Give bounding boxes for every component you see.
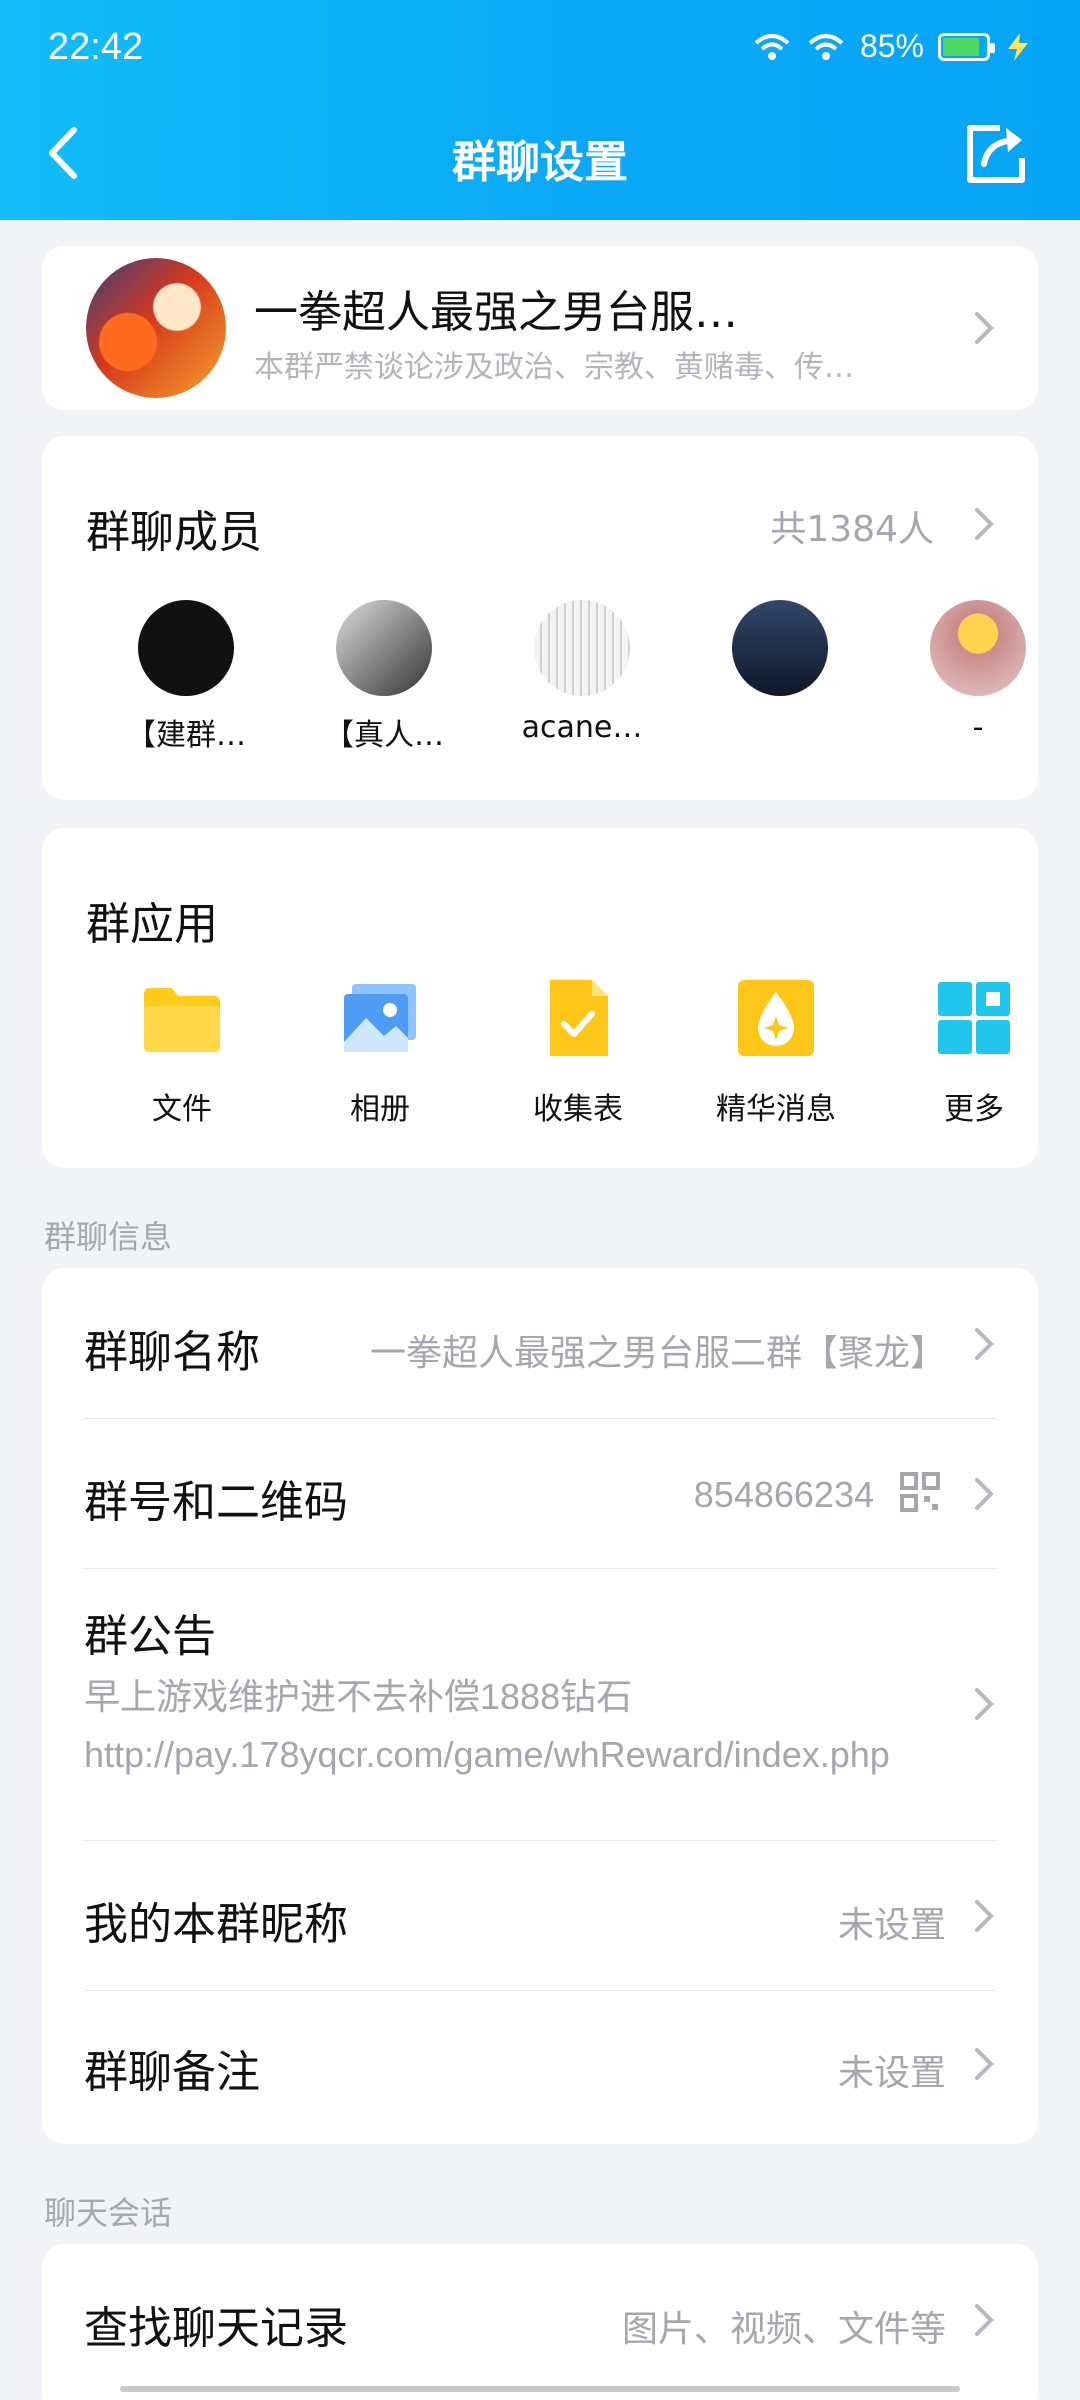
section-label-chat: 聊天会话 — [44, 2194, 173, 2232]
group-profile-card[interactable]: 一拳超人最强之男台服… 本群严禁谈论涉及政治、宗教、黄赌毒、传… — [42, 246, 1038, 410]
row-search-history[interactable]: 查找聊天记录 图片、视频、文件等 — [42, 2244, 1038, 2394]
row-group-name[interactable]: 群聊名称 一拳超人最强之男台服二群【聚龙】 — [42, 1268, 1038, 1418]
header-bar: 22:42 85% 群聊设置 — [0, 0, 1080, 220]
cartoon-avatar-icon — [930, 600, 1026, 696]
chevron-right-icon — [975, 1688, 994, 1720]
wifi-icon — [808, 33, 844, 60]
row-value: 一拳超人最强之男台服二群【聚龙】 — [369, 1333, 946, 1374]
status-icons: 85% — [752, 28, 1032, 65]
members-title: 群聊成员 — [86, 507, 262, 558]
group-avatar — [86, 258, 226, 398]
row-title: 群聊备注 — [84, 2047, 260, 2098]
wifi-calling-icon — [754, 33, 790, 60]
chevron-right-icon — [975, 1900, 994, 1932]
app-more[interactable]: 更多 — [884, 978, 1064, 1128]
group-name: 一拳超人最强之男台服… — [254, 287, 738, 338]
app-label: 精华消息 — [716, 1092, 836, 1127]
row-group-id-qr[interactable]: 群号和二维码 854866234 — [42, 1418, 1038, 1568]
group-apps-card: 群应用 文件 相册 收集表 精华消息 更多 — [42, 828, 1038, 1168]
row-group-remark[interactable]: 群聊备注 未设置 — [42, 1990, 1038, 2140]
group-id: 854866234 — [693, 1474, 874, 1515]
section-label-group-info: 群聊信息 — [44, 1218, 173, 1256]
group-description: 本群严禁谈论涉及政治、宗教、黄赌毒、传… — [254, 350, 854, 385]
app-label: 更多 — [944, 1092, 1004, 1127]
person-avatar-icon — [336, 600, 432, 696]
row-title: 群聊名称 — [84, 1327, 260, 1378]
scroll-indicator — [120, 2386, 960, 2392]
battery-fill — [943, 37, 979, 56]
folder-icon — [144, 988, 220, 1052]
app-label: 文件 — [152, 1092, 212, 1127]
sketch-avatar-icon — [534, 600, 630, 696]
battery-percent: 85% — [859, 28, 924, 64]
app-essence[interactable]: 精华消息 — [686, 978, 866, 1128]
page-title: 群聊设置 — [452, 137, 628, 188]
dog-avatar-icon — [138, 600, 234, 696]
charging-icon — [1008, 32, 1028, 61]
app-label: 相册 — [350, 1092, 410, 1127]
person-avatar-icon — [732, 600, 828, 696]
row-value: 图片、视频、文件等 — [621, 2309, 946, 2350]
battery-icon — [938, 32, 995, 61]
member-item[interactable]: acane… — [492, 600, 672, 745]
status-time: 22:42 — [48, 26, 144, 68]
chevron-right-icon — [975, 312, 994, 344]
grid-more-icon — [938, 982, 1010, 1054]
member-item[interactable] — [690, 600, 870, 710]
row-group-notice[interactable]: 群公告 早上游戏维护进不去补偿1888钻石 http://pay.178yqcr… — [42, 1568, 1038, 1840]
row-title: 群号和二维码 — [84, 1477, 348, 1528]
chevron-right-icon — [975, 1478, 994, 1510]
notice-text: 早上游戏维护进不去补偿1888钻石 http://pay.178yqcr.com… — [84, 1676, 890, 1775]
chevron-right-icon — [975, 1328, 994, 1360]
member-item[interactable]: 【建群… — [96, 600, 276, 754]
member-item[interactable]: 【真人… — [294, 600, 474, 754]
app-label: 收集表 — [533, 1092, 623, 1127]
app-album[interactable]: 相册 — [290, 978, 470, 1128]
chevron-right-icon[interactable] — [972, 504, 996, 544]
member-item[interactable]: - — [888, 600, 1068, 745]
photo-icon — [344, 984, 416, 1052]
form-check-icon — [550, 980, 608, 1056]
row-value: 未设置 — [837, 1905, 946, 1946]
member-name: - — [972, 710, 984, 745]
members-card: 群聊成员 共1384人 【建群… 【真人… acane… - — [42, 436, 1038, 800]
app-files[interactable]: 文件 — [92, 978, 272, 1128]
row-title: 群公告 — [84, 1611, 216, 1662]
row-title: 我的本群昵称 — [84, 1899, 348, 1950]
member-count[interactable]: 共1384人 — [770, 500, 934, 552]
row-my-nickname[interactable]: 我的本群昵称 未设置 — [42, 1840, 1038, 1990]
apps-title: 群应用 — [86, 899, 218, 950]
chevron-right-icon — [975, 2304, 994, 2336]
chat-card: 查找聊天记录 图片、视频、文件等 — [42, 2244, 1038, 2400]
group-info-card: 群聊名称 一拳超人最强之男台服二群【聚龙】 群号和二维码 854866234 群… — [42, 1268, 1038, 2144]
app-collect-form[interactable]: 收集表 — [488, 978, 668, 1128]
member-name: acane… — [521, 710, 643, 745]
essence-drop-icon — [738, 980, 814, 1056]
row-title: 查找聊天记录 — [84, 2303, 348, 2354]
member-name: 【建群… — [126, 718, 246, 753]
chevron-right-icon — [975, 2048, 994, 2080]
share-icon[interactable] — [960, 118, 1032, 190]
row-value: 未设置 — [837, 2053, 946, 2094]
member-name: 【真人… — [324, 718, 444, 753]
qr-code-icon — [900, 1472, 940, 1512]
